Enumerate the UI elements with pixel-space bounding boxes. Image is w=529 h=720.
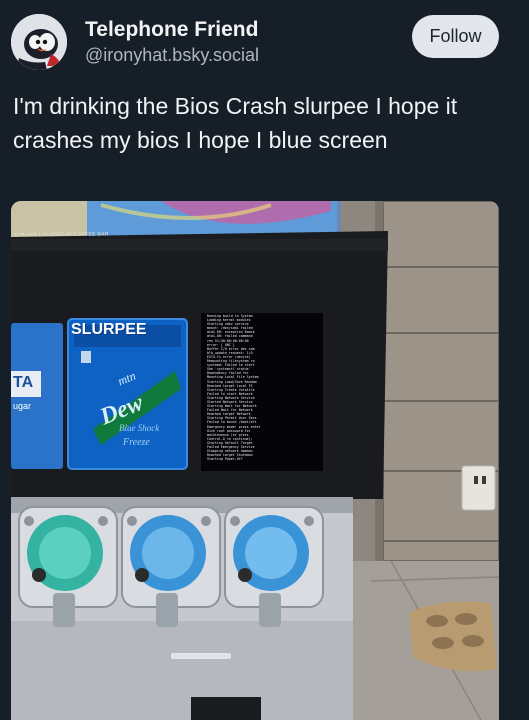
avatar[interactable] [11,14,67,70]
post-text: I'm drinking the Bios Crash slurpee I ho… [13,93,458,153]
follow-button[interactable]: Follow [412,15,499,58]
svg-text:Freeze: Freeze [122,437,150,448]
slurpee-logo: SLURPEE [71,321,147,338]
svg-text:Blue Shock: Blue Shock [119,423,160,433]
svg-text:TA: TA [13,374,34,391]
user-handle[interactable]: @ironyhat.bsky.social [85,45,259,66]
straws-sign: STRAWS LOCATED AT COFFEE BAR [13,231,109,239]
penguin-avatar-icon [11,14,67,70]
display-name[interactable]: Telephone Friend [85,18,258,42]
crashed-screen-text: Running build to System Loading kernel m… [206,314,261,462]
svg-text:ugar: ugar [13,401,31,411]
